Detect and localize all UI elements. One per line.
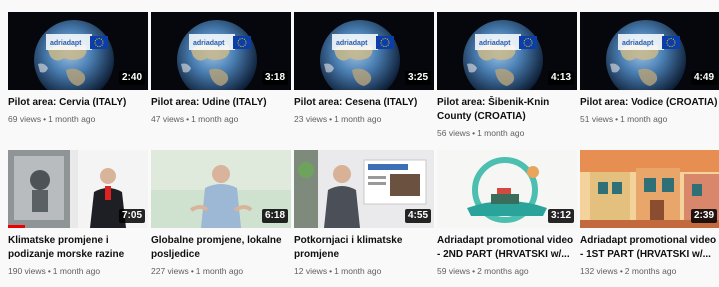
duration-badge: 3:25 [404, 71, 431, 85]
meta-separator: • [329, 114, 333, 124]
view-count: 47 views [151, 114, 185, 124]
upload-age: 1 month ago [52, 266, 101, 276]
duration-badge: 7:05 [118, 209, 145, 223]
video-title[interactable]: Adriadapt promotional video - 2ND PART (… [437, 234, 577, 262]
watch-progress-bar [8, 225, 25, 228]
duration-badge: 4:13 [547, 71, 574, 85]
video-meta: 23 views • 1 month ago [294, 114, 434, 125]
video-title[interactable]: Pilot area: Vodice (CROATIA) [580, 96, 719, 110]
video-thumbnail[interactable]: 7:05 [8, 150, 148, 228]
meta-separator: • [472, 128, 476, 138]
duration-badge: 3:18 [261, 71, 288, 85]
meta-separator: • [615, 114, 619, 124]
meta-separator: • [47, 266, 51, 276]
video-card[interactable]: 4:55 Potkornjaci i klimatske promjene 12… [294, 150, 434, 284]
svg-text:adriadapt: adriadapt [479, 40, 511, 47]
video-card[interactable]: adriadapt 3:25 Pilot area: Cesena (ITALY… [294, 12, 434, 146]
svg-text:adriadapt: adriadapt [336, 40, 368, 47]
view-count: 56 views [437, 128, 471, 138]
duration-badge: 2:39 [690, 209, 717, 223]
meta-separator: • [190, 266, 194, 276]
upload-age: 1 month ago [334, 114, 382, 124]
upload-age: 1 month ago [477, 128, 525, 138]
video-meta: 12 views • 1 month ago [294, 266, 434, 277]
view-count: 227 views [151, 266, 189, 276]
video-thumbnail[interactable]: adriadapt 3:18 [151, 12, 291, 90]
video-card[interactable]: 3:12 Adriadapt promotional video - 2ND P… [437, 150, 577, 284]
video-title[interactable]: Pilot area: Cesena (ITALY) [294, 96, 434, 110]
video-title[interactable]: Pilot area: Šibenik-Knin County (CROATIA… [437, 96, 577, 124]
video-card[interactable]: 2:39 Adriadapt promotional video - 1ST P… [580, 150, 719, 284]
video-thumbnail[interactable]: 6:18 [151, 150, 291, 228]
upload-age: 1 month ago [191, 114, 239, 124]
video-card[interactable]: adriadapt 3:18 Pilot area: Udine (ITALY)… [151, 12, 291, 146]
upload-age: 2 months ago [477, 266, 529, 276]
video-title[interactable]: Potkornjaci i klimatske promjene [294, 234, 434, 262]
video-meta: 56 views • 1 month ago [437, 128, 577, 139]
video-card[interactable]: 6:18 Globalne promjene, lokalne posljedi… [151, 150, 291, 284]
duration-badge: 6:18 [261, 209, 288, 223]
video-thumbnail[interactable]: adriadapt 3:25 [294, 12, 434, 90]
upload-age: 1 month ago [195, 266, 244, 276]
duration-badge: 3:12 [547, 209, 574, 223]
duration-badge: 2:40 [118, 71, 145, 85]
meta-separator: • [43, 114, 47, 124]
video-thumbnail[interactable]: adriadapt 2:40 [8, 12, 148, 90]
duration-badge: 4:55 [404, 209, 431, 223]
meta-separator: • [329, 266, 333, 276]
video-meta: 59 views • 2 months ago [437, 266, 577, 277]
video-thumbnail[interactable]: adriadapt 4:49 [580, 12, 719, 90]
video-thumbnail[interactable]: 4:55 [294, 150, 434, 228]
video-title[interactable]: Adriadapt promotional video - 1ST PART (… [580, 234, 719, 262]
video-meta: 69 views • 1 month ago [8, 114, 148, 125]
video-thumbnail[interactable]: adriadapt 4:13 [437, 12, 577, 90]
view-count: 132 views [580, 266, 618, 276]
meta-separator: • [472, 266, 476, 276]
video-thumbnail[interactable]: 3:12 [437, 150, 577, 228]
video-meta: 190 views • 1 month ago [8, 266, 148, 277]
video-card[interactable]: adriadapt 4:13 Pilot area: Šibenik-Knin … [437, 12, 577, 146]
video-meta: 51 views • 1 month ago [580, 114, 719, 125]
video-title[interactable]: Pilot area: Udine (ITALY) [151, 96, 291, 110]
video-card[interactable]: adriadapt 2:40 Pilot area: Cervia (ITALY… [8, 12, 148, 146]
upload-age: 1 month ago [334, 266, 382, 276]
view-count: 190 views [8, 266, 46, 276]
svg-text:adriadapt: adriadapt [50, 40, 82, 47]
upload-age: 2 months ago [624, 266, 677, 276]
svg-text:adriadapt: adriadapt [622, 40, 654, 47]
video-meta: 47 views • 1 month ago [151, 114, 291, 125]
view-count: 69 views [8, 114, 42, 124]
video-meta: 132 views • 2 months ago [580, 266, 719, 277]
video-grid: adriadapt 2:40 Pilot area: Cervia (ITALY… [8, 12, 719, 284]
meta-separator: • [619, 266, 623, 276]
video-title[interactable]: Pilot area: Cervia (ITALY) [8, 96, 148, 110]
view-count: 23 views [294, 114, 328, 124]
view-count: 59 views [437, 266, 471, 276]
video-thumbnail[interactable]: 2:39 [580, 150, 719, 228]
svg-text:adriadapt: adriadapt [193, 40, 225, 47]
duration-badge: 4:49 [690, 71, 717, 85]
video-card[interactable]: adriadapt 4:49 Pilot area: Vodice (CROAT… [580, 12, 719, 146]
upload-age: 1 month ago [48, 114, 96, 124]
upload-age: 1 month ago [620, 114, 668, 124]
view-count: 12 views [294, 266, 328, 276]
view-count: 51 views [580, 114, 614, 124]
video-title[interactable]: Klimatske promjene i podizanje morske ra… [8, 234, 148, 262]
video-card[interactable]: 7:05 Klimatske promjene i podizanje mors… [8, 150, 148, 284]
meta-separator: • [186, 114, 190, 124]
video-title[interactable]: Globalne promjene, lokalne posljedice [151, 234, 291, 262]
video-meta: 227 views • 1 month ago [151, 266, 291, 277]
